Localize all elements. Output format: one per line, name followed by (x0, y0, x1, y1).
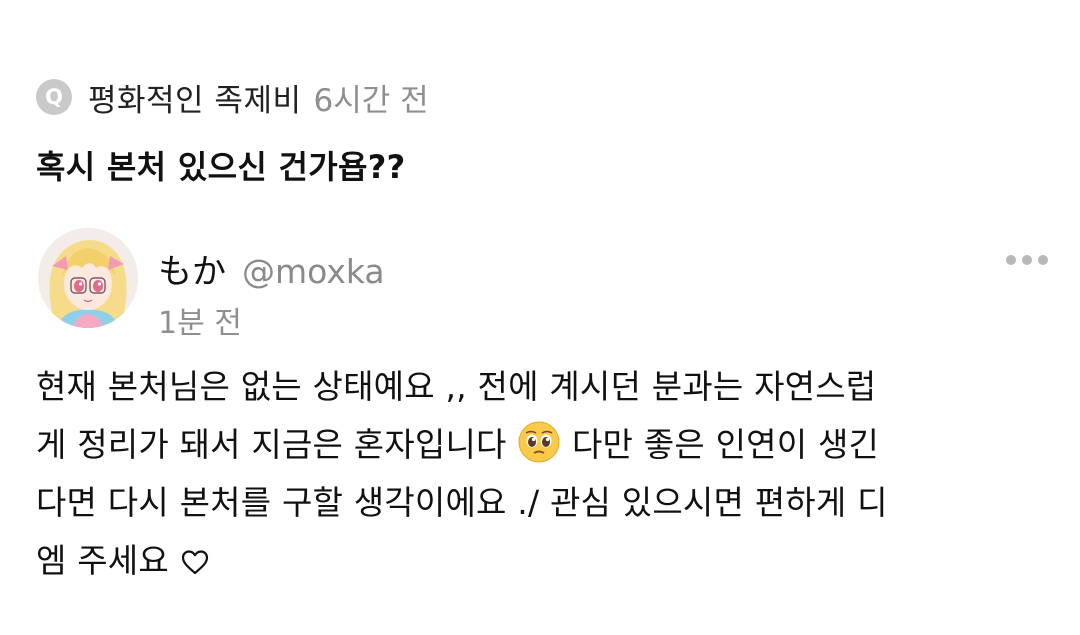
answer-line: 게 정리가 돼서 지금은 혼자입니다 다만 좋은 인연이 생긴 (36, 416, 1046, 474)
more-dots-icon[interactable] (1006, 250, 1048, 270)
heart-outline-icon (181, 550, 208, 575)
question-timestamp: 6시간 전 (313, 82, 429, 119)
answer-body: 현재 본처님은 없는 상태예요 ,, 전에 계시던 분과는 자연스럽 게 정리가… (36, 358, 1046, 590)
avatar[interactable] (38, 228, 138, 328)
user-handle[interactable]: @moxka (242, 252, 385, 291)
user-line: もか @moxka (158, 244, 385, 293)
answer-line-text: 게 정리가 돼서 지금은 혼자입니다 (36, 425, 518, 464)
answer-line: 현재 본처님은 없는 상태예요 ,, 전에 계시던 분과는 자연스럽 (36, 367, 877, 406)
display-name[interactable]: もか (158, 244, 226, 293)
question-badge-letter: Q (45, 84, 63, 109)
dot (1022, 255, 1032, 265)
answer-header: もか @moxka 1분 전 (38, 228, 1048, 341)
anime-avatar-image (38, 228, 138, 328)
answer-timestamp: 1분 전 (158, 306, 242, 341)
pleading-face-emoji (518, 421, 560, 463)
question-header: Q 평화적인 족제비 6시간 전 (36, 74, 429, 120)
answer-line: 다면 다시 본처를 구할 생각이에요 ./ 관심 있으시면 편하게 디 (36, 483, 888, 522)
question-badge-icon: Q (36, 79, 72, 115)
asker-name[interactable]: 평화적인 족제비 (88, 75, 302, 120)
answer-line-text: 다만 좋은 인연이 생긴 (561, 425, 880, 464)
answer-line-text: 엠 주세요 (36, 541, 180, 580)
dot (1038, 255, 1048, 265)
answer-line: 엠 주세요 (36, 532, 1046, 590)
question-text: 혹시 본처 있으신 건가욥?? (36, 148, 406, 186)
dot (1006, 255, 1016, 265)
